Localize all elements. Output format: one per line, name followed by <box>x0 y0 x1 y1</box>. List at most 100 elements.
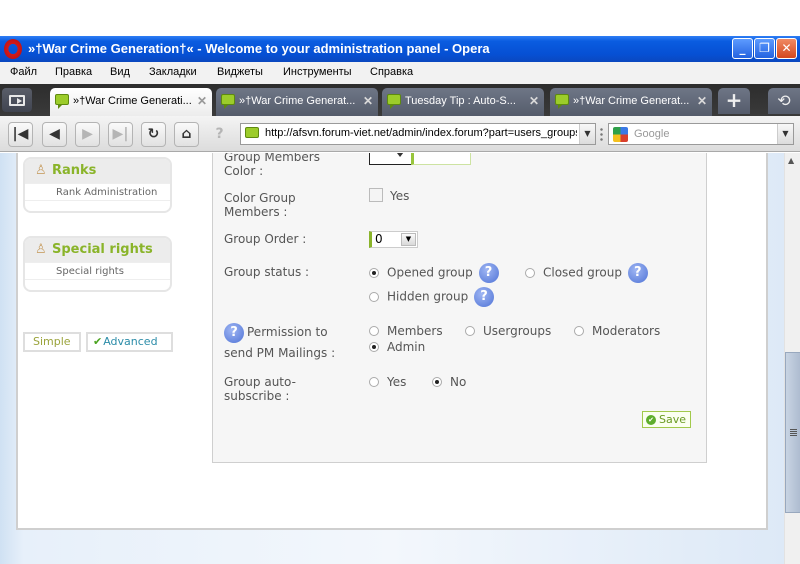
search-dropdown-button[interactable]: ▼ <box>777 124 793 144</box>
home-button[interactable]: ⌂ <box>174 122 199 147</box>
search-input[interactable]: Google <box>634 128 669 140</box>
search-box[interactable]: Google ▼ <box>608 123 794 145</box>
tab-close-icon[interactable]: ✕ <box>529 94 539 108</box>
hidden-group-radio[interactable] <box>369 291 379 302</box>
toolbar-grip[interactable] <box>600 127 603 141</box>
scroll-up-icon[interactable]: ▲ <box>788 156 794 165</box>
tab-label: Tuesday Tip : Auto-S... <box>405 95 516 107</box>
sidebar-item-rank-administration[interactable]: Rank Administration <box>25 183 170 201</box>
tab-bar: »†War Crime Generati... ✕ »†War Crime Ge… <box>0 84 800 116</box>
google-icon <box>613 127 628 142</box>
reload-button[interactable]: ↻ <box>141 122 166 147</box>
group-status-closed: Closed group ? <box>525 263 648 283</box>
save-button[interactable]: ✔ Save <box>642 411 691 428</box>
closed-tabs-button[interactable]: ⟲ <box>768 88 800 114</box>
sidebar-item-special-rights[interactable]: Special rights <box>25 262 170 280</box>
group-settings-form: Group Members Color : ♦ Color Group Memb… <box>212 153 707 463</box>
menu-bookmarks[interactable]: Закладки <box>149 66 197 78</box>
members-radio[interactable] <box>369 326 379 336</box>
forward-button[interactable]: ▶ <box>75 122 100 147</box>
group-status-label: Group status : <box>224 265 310 279</box>
menu-bar: Файл Правка Вид Закладки Виджеты Инструм… <box>0 62 800 84</box>
usergroups-radio[interactable] <box>465 326 475 336</box>
help-icon[interactable]: ? <box>224 322 244 343</box>
simple-mode-button[interactable]: Simple <box>23 332 81 352</box>
tab-1[interactable]: »†War Crime Generati... ✕ <box>50 88 212 116</box>
help-icon[interactable]: ? <box>478 263 499 283</box>
check-circle-icon: ✔ <box>646 415 656 425</box>
speech-bubble-icon <box>387 94 401 109</box>
back-button[interactable]: ◀ <box>42 122 67 147</box>
color-picker-button[interactable]: ♦ <box>369 153 412 165</box>
sidebar-box-title: Ranks <box>52 163 97 178</box>
group-status-hidden: Hidden group ? <box>369 287 495 307</box>
close-window-button[interactable]: ✕ <box>776 38 797 59</box>
paint-bucket-icon: ♦ <box>395 153 405 160</box>
menu-tools[interactable]: Инструменты <box>283 66 352 78</box>
admin-label: Admin <box>387 340 426 354</box>
menu-view[interactable]: Вид <box>110 66 130 78</box>
advanced-label: Advanced <box>103 335 158 348</box>
vertical-scrollbar[interactable]: ▲ <box>784 153 800 564</box>
menu-edit[interactable]: Правка <box>55 66 92 78</box>
new-tab-button[interactable]: + <box>718 88 750 114</box>
fast-forward-button[interactable]: ▶| <box>108 122 133 147</box>
special-rights-icon: ♙ <box>35 242 47 257</box>
navigation-bar: |◀ ◀ ▶ ▶| ↻ ⌂ ? http://afsvn.forum-viet.… <box>0 116 800 152</box>
site-favicon-icon <box>245 127 259 138</box>
sidebar-box-header: ♙ Ranks <box>25 159 170 183</box>
advanced-mode-button[interactable]: ✔Advanced <box>86 332 173 352</box>
group-order-select[interactable]: 0 ▼ <box>369 231 418 248</box>
admin-radio[interactable] <box>369 342 379 352</box>
address-dropdown-button[interactable]: ▼ <box>579 124 595 144</box>
members-color-label: Group Members Color : <box>224 153 320 178</box>
auto-subscribe-yes-radio[interactable] <box>369 377 379 387</box>
panel-toggle-button[interactable] <box>2 88 32 112</box>
pm-option-members: Members <box>369 324 443 338</box>
tab-label: »†War Crime Generat... <box>573 95 690 107</box>
rewind-button[interactable]: |◀ <box>8 122 33 147</box>
help-icon[interactable]: ? <box>474 287 495 307</box>
menu-help[interactable]: Справка <box>370 66 413 78</box>
tab-label: »†War Crime Generati... <box>73 95 192 107</box>
tab-close-icon[interactable]: ✕ <box>363 94 373 108</box>
tab-close-icon[interactable]: ✕ <box>697 94 707 108</box>
address-input[interactable]: http://afsvn.forum-viet.net/admin/index.… <box>265 127 577 139</box>
group-order-value: 0 <box>375 232 383 246</box>
pm-option-admin: Admin <box>369 340 425 354</box>
color-input[interactable] <box>411 153 471 165</box>
color-group-checkbox[interactable] <box>369 188 383 202</box>
moderators-radio[interactable] <box>574 326 584 336</box>
address-bar[interactable]: http://afsvn.forum-viet.net/admin/index.… <box>240 123 596 145</box>
moderators-label: Moderators <box>592 324 661 338</box>
scrollbar-thumb[interactable] <box>785 352 800 513</box>
tab-close-icon[interactable]: ✕ <box>197 94 207 108</box>
window-titlebar: »†War Crime Generation†« - Welcome to yo… <box>0 36 800 62</box>
screen: »†War Crime Generation†« - Welcome to yo… <box>0 0 800 564</box>
closed-group-radio[interactable] <box>525 267 535 278</box>
restore-button[interactable]: ❐ <box>754 38 775 59</box>
members-label: Members <box>387 324 443 338</box>
speech-bubble-icon <box>55 94 69 109</box>
opened-group-radio[interactable] <box>369 267 379 278</box>
auto-subscribe-no-radio[interactable] <box>432 377 442 387</box>
tab-2[interactable]: »†War Crime Generat... ✕ <box>216 88 378 116</box>
wand-button[interactable]: ? <box>207 122 232 147</box>
opera-logo-icon <box>4 39 22 59</box>
menu-file[interactable]: Файл <box>10 66 37 78</box>
tab-3[interactable]: Tuesday Tip : Auto-S... ✕ <box>382 88 544 116</box>
auto-subscribe-no-label: No <box>450 375 467 389</box>
auto-subscribe-label: Group auto-subscribe : <box>224 375 296 403</box>
minimize-button[interactable]: _ <box>732 38 753 59</box>
usergroups-label: Usergroups <box>483 324 552 338</box>
tab-4[interactable]: »†War Crime Generat... ✕ <box>550 88 712 116</box>
page-viewport: ♙ Ranks Rank Administration ♙ Special ri… <box>0 153 784 564</box>
pm-option-usergroups: Usergroups <box>465 324 551 338</box>
hidden-group-label: Hidden group <box>387 289 469 304</box>
window-title: »†War Crime Generation†« - Welcome to yo… <box>28 41 490 56</box>
color-group-label: Color Group Members : <box>224 191 296 219</box>
auto-subscribe-yes: Yes <box>369 375 406 389</box>
panel-icon <box>9 95 25 106</box>
menu-widgets[interactable]: Виджеты <box>217 66 263 78</box>
help-icon[interactable]: ? <box>627 263 648 283</box>
